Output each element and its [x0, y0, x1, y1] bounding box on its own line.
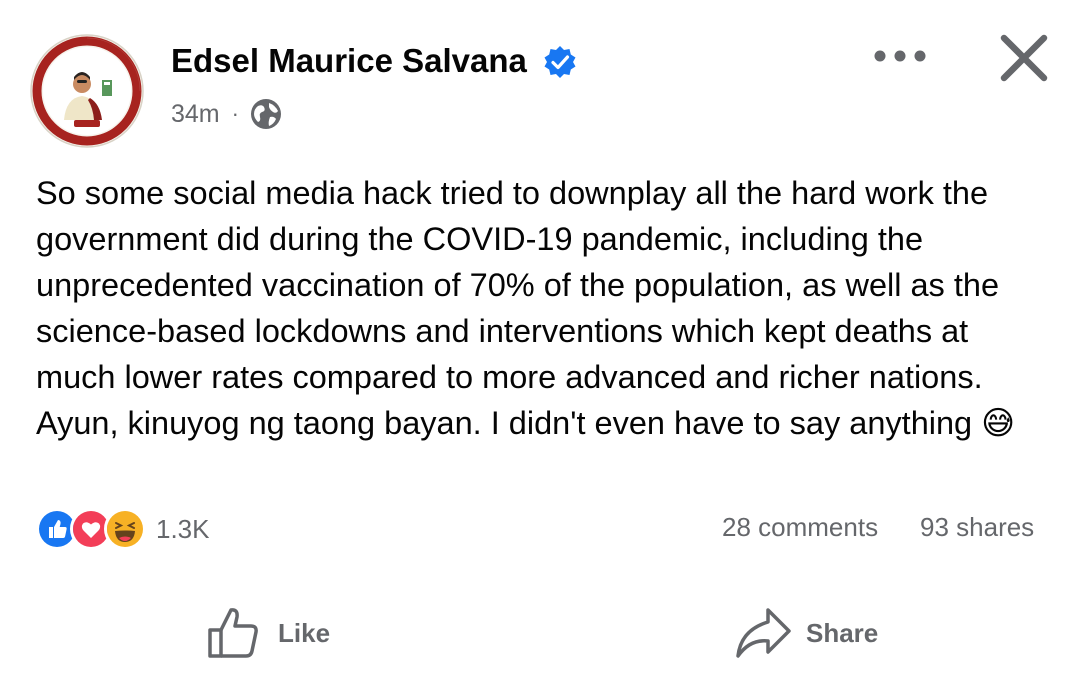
- share-button[interactable]: Share: [734, 600, 878, 666]
- post-meta: 34m ·: [171, 96, 283, 132]
- verified-badge-icon: [544, 46, 576, 78]
- comments-count[interactable]: 28 comments: [722, 512, 878, 543]
- share-arrow-icon: [736, 608, 791, 658]
- thumbs-up-icon: [208, 608, 258, 658]
- post-time[interactable]: 34m: [171, 100, 220, 129]
- meta-separator: ·: [231, 101, 239, 126]
- like-label: Like: [278, 617, 331, 648]
- avatar-badge-image: [30, 34, 144, 148]
- reaction-summary[interactable]: 1.3K: [36, 508, 210, 550]
- author-avatar[interactable]: [30, 34, 144, 148]
- shares-count[interactable]: 93 shares: [920, 512, 1034, 543]
- globe-icon[interactable]: [249, 97, 283, 131]
- more-options-icon[interactable]: [870, 38, 930, 74]
- close-icon[interactable]: [996, 30, 1052, 86]
- like-button[interactable]: Like: [206, 600, 330, 666]
- reaction-count: 1.3K: [156, 513, 210, 544]
- haha-reaction-icon: [104, 508, 146, 550]
- post-body: So some social media hack tried to downp…: [36, 175, 1016, 441]
- author-name[interactable]: Edsel Maurice Salvana: [171, 42, 527, 80]
- share-label: Share: [806, 617, 879, 648]
